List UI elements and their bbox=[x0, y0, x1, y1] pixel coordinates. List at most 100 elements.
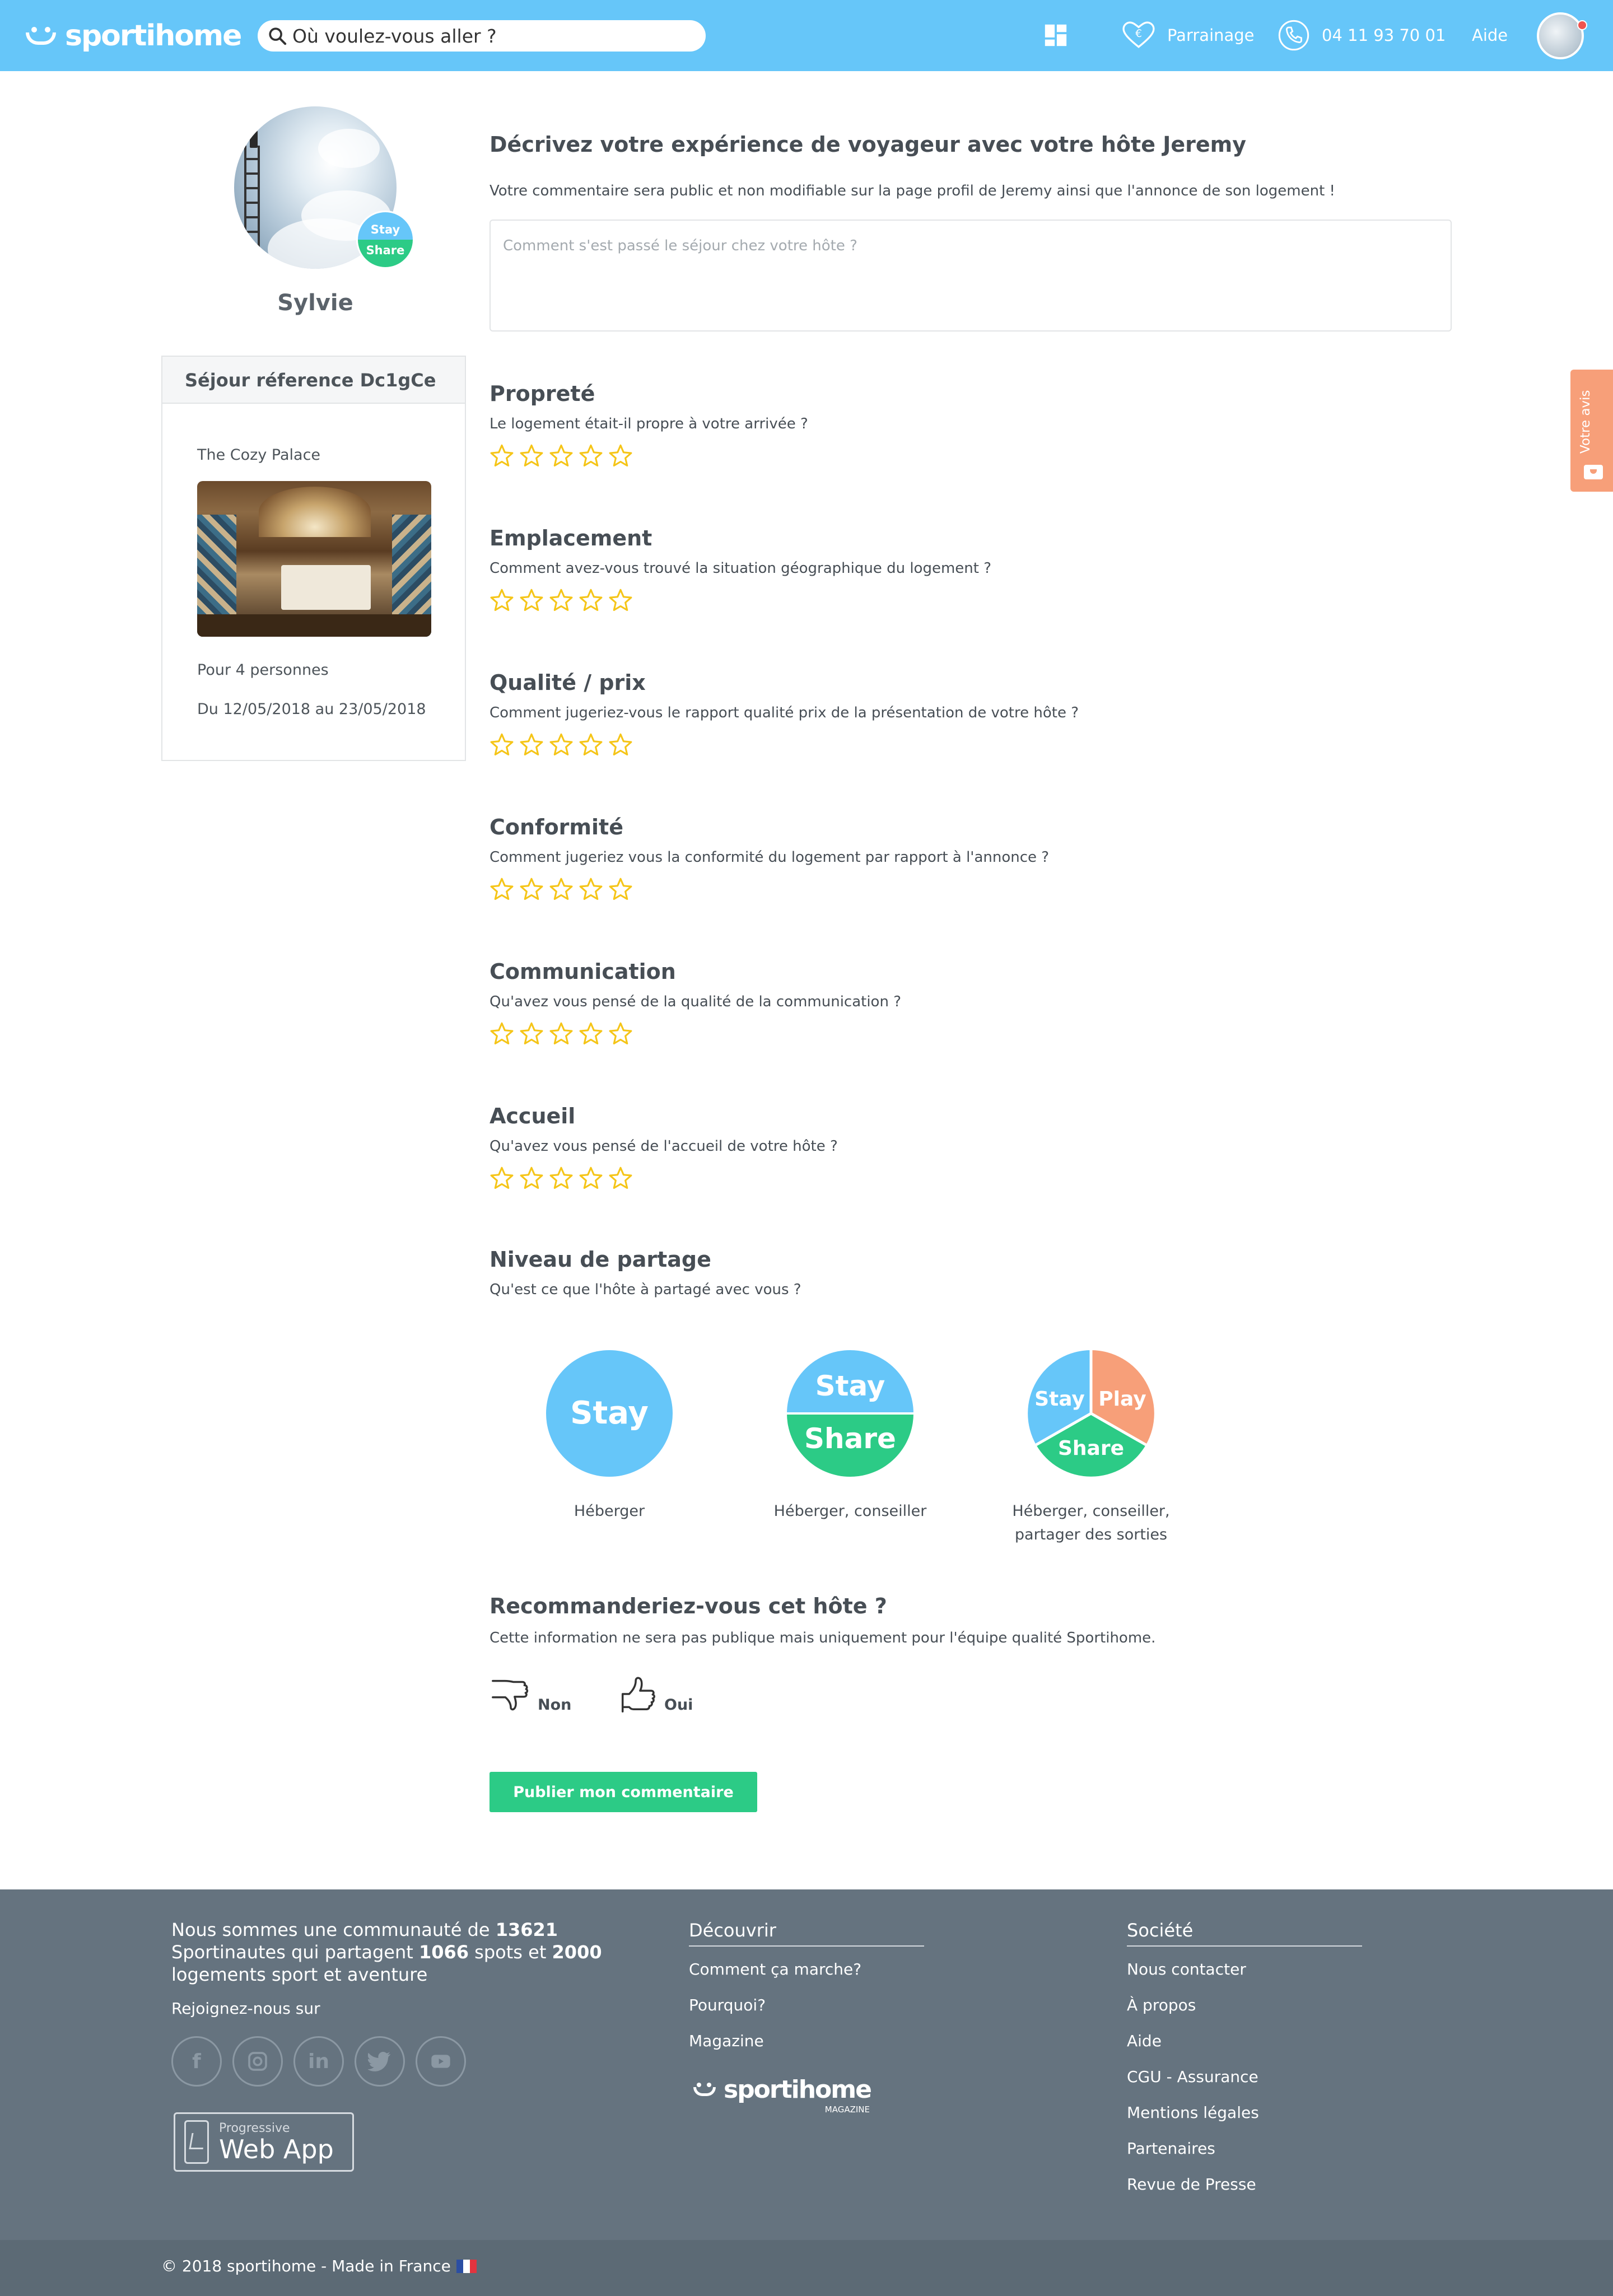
star-icon[interactable] bbox=[608, 1021, 633, 1046]
recommend-yes-button[interactable]: Oui bbox=[616, 1672, 693, 1716]
level-stay-share[interactable]: Stay Share Héberger, conseiller bbox=[755, 1350, 945, 1523]
level-2-share-text: Share bbox=[804, 1422, 896, 1455]
star-icon[interactable] bbox=[549, 732, 574, 757]
community-text-2: Sportinautes qui partagent bbox=[171, 1942, 413, 1963]
review-textarea[interactable] bbox=[490, 220, 1452, 332]
star-icon[interactable] bbox=[519, 1021, 544, 1046]
sportihome-logo[interactable]: sportihome bbox=[24, 16, 242, 56]
rating-communication: Communication Qu'avez vous pensé de la qu… bbox=[490, 959, 901, 1046]
phone-link[interactable]: 04 11 93 70 01 bbox=[1278, 17, 1446, 54]
sportihome-magazine-logo[interactable]: sportihome MAGAZINE bbox=[691, 2075, 872, 2115]
star-icon[interactable] bbox=[519, 1166, 544, 1191]
community-stats: Nous sommes une communauté de 13621 Spor… bbox=[171, 1919, 608, 1986]
referral-link[interactable]: € Parrainage bbox=[1122, 17, 1255, 54]
stay-share-circle-icon[interactable]: Stay Share bbox=[786, 1350, 914, 1477]
star-icon[interactable] bbox=[579, 732, 603, 757]
recommend-no-button[interactable]: Non bbox=[490, 1672, 571, 1716]
footer-link-press[interactable]: Revue de Presse bbox=[1127, 2175, 1256, 2194]
progressive-web-app-badge[interactable]: Progressive Web App bbox=[174, 2112, 354, 2172]
star-rating[interactable] bbox=[490, 588, 991, 613]
company-title: Société bbox=[1127, 1920, 1362, 1947]
dashboard-button[interactable] bbox=[1043, 17, 1069, 54]
star-icon[interactable] bbox=[579, 444, 603, 468]
star-icon[interactable] bbox=[549, 444, 574, 468]
property-name[interactable]: The Cozy Palace bbox=[197, 446, 320, 464]
star-icon[interactable] bbox=[549, 588, 574, 613]
star-rating[interactable] bbox=[490, 877, 1049, 902]
footer-link-terms[interactable]: CGU - Assurance bbox=[1127, 2068, 1258, 2086]
level-3-play-text: Play bbox=[1098, 1388, 1146, 1411]
twitter-icon[interactable] bbox=[355, 2036, 405, 2087]
level-stay[interactable]: Stay Héberger bbox=[514, 1350, 705, 1523]
star-rating[interactable] bbox=[490, 1166, 838, 1191]
star-icon[interactable] bbox=[519, 588, 544, 613]
level-3-stay-text: Stay bbox=[1034, 1388, 1085, 1411]
rating-title: Propreté bbox=[490, 381, 595, 406]
instagram-icon[interactable] bbox=[232, 2036, 283, 2087]
rating-title: Accueil bbox=[490, 1104, 576, 1128]
star-icon[interactable] bbox=[490, 877, 514, 902]
search-input[interactable] bbox=[292, 25, 696, 47]
star-icon[interactable] bbox=[549, 1166, 574, 1191]
feedback-side-tab[interactable]: Votre avis bbox=[1570, 370, 1613, 492]
star-icon[interactable] bbox=[490, 1166, 514, 1191]
heart-euro-icon: € bbox=[1122, 21, 1155, 48]
rating-value: Qualité / prix Comment jugeriez-vous le r… bbox=[490, 670, 1079, 757]
rating-location: Emplacement Comment avez-vous trouvé la s… bbox=[490, 525, 991, 613]
star-icon[interactable] bbox=[579, 1166, 603, 1191]
star-icon[interactable] bbox=[608, 732, 633, 757]
star-icon[interactable] bbox=[608, 444, 633, 468]
facebook-icon[interactable]: f bbox=[171, 2036, 222, 2087]
badge-stay-label: Stay bbox=[358, 212, 413, 240]
footer-link-why[interactable]: Pourquoi? bbox=[689, 1996, 766, 2014]
star-icon[interactable] bbox=[608, 1166, 633, 1191]
star-icon[interactable] bbox=[579, 588, 603, 613]
youtube-icon[interactable] bbox=[416, 2036, 466, 2087]
user-avatar[interactable] bbox=[1537, 12, 1584, 59]
stay-play-share-circle-icon[interactable]: Stay Play Share bbox=[1027, 1350, 1155, 1477]
footer-link-contact[interactable]: Nous contacter bbox=[1127, 1960, 1246, 1978]
search-bar[interactable] bbox=[258, 20, 706, 52]
star-icon[interactable] bbox=[490, 444, 514, 468]
star-rating[interactable] bbox=[490, 732, 1079, 757]
rating-question: Comment jugeriez vous la conformité du l… bbox=[490, 849, 1050, 866]
star-icon[interactable] bbox=[579, 877, 603, 902]
stay-summary-card: Séjour réference Dc1gCe The Cozy Palace … bbox=[161, 356, 466, 761]
star-icon[interactable] bbox=[549, 1021, 574, 1046]
phone-number: 04 11 93 70 01 bbox=[1322, 26, 1446, 45]
star-rating[interactable] bbox=[490, 1021, 901, 1046]
join-us-label: Rejoignez-nous sur bbox=[171, 1999, 320, 2018]
star-icon[interactable] bbox=[608, 588, 633, 613]
rating-accuracy: Conformité Comment jugeriez vous la confo… bbox=[490, 814, 1049, 902]
star-icon[interactable] bbox=[490, 732, 514, 757]
feedback-icon bbox=[1584, 465, 1603, 479]
property-photo[interactable] bbox=[197, 481, 431, 637]
rating-welcome: Accueil Qu'avez vous pensé de l'accueil d… bbox=[490, 1103, 838, 1191]
footer-link-about[interactable]: À propos bbox=[1127, 1996, 1196, 2014]
level-stay-play-share[interactable]: Stay Play Share Héberger, conseiller, pa… bbox=[996, 1350, 1186, 1547]
footer-link-how-it-works[interactable]: Comment ça marche? bbox=[689, 1960, 861, 1978]
footer-link-magazine[interactable]: Magazine bbox=[689, 2032, 764, 2050]
community-text-3: spots et bbox=[474, 1942, 547, 1963]
star-icon[interactable] bbox=[579, 1021, 603, 1046]
stay-circle-icon[interactable]: Stay bbox=[546, 1350, 673, 1477]
star-icon[interactable] bbox=[490, 1021, 514, 1046]
linkedin-icon[interactable]: in bbox=[293, 2036, 344, 2087]
dashboard-grid-icon bbox=[1045, 24, 1067, 46]
help-link[interactable]: Aide bbox=[1472, 17, 1508, 54]
star-icon[interactable] bbox=[519, 732, 544, 757]
star-icon[interactable] bbox=[519, 444, 544, 468]
footer-link-partners[interactable]: Partenaires bbox=[1127, 2139, 1215, 2158]
footer-link-help[interactable]: Aide bbox=[1127, 2032, 1162, 2050]
guest-count: Pour 4 personnes bbox=[197, 661, 329, 679]
publish-comment-button[interactable]: Publier mon commentaire bbox=[490, 1772, 757, 1812]
star-icon[interactable] bbox=[490, 588, 514, 613]
star-icon[interactable] bbox=[519, 877, 544, 902]
star-rating[interactable] bbox=[490, 444, 808, 468]
thumbs-down-icon bbox=[492, 1679, 529, 1711]
footer-link-legal[interactable]: Mentions légales bbox=[1127, 2103, 1259, 2122]
host-name: Sylvie bbox=[277, 290, 353, 316]
recommend-yes-label: Oui bbox=[664, 1696, 693, 1714]
star-icon[interactable] bbox=[608, 877, 633, 902]
star-icon[interactable] bbox=[549, 877, 574, 902]
